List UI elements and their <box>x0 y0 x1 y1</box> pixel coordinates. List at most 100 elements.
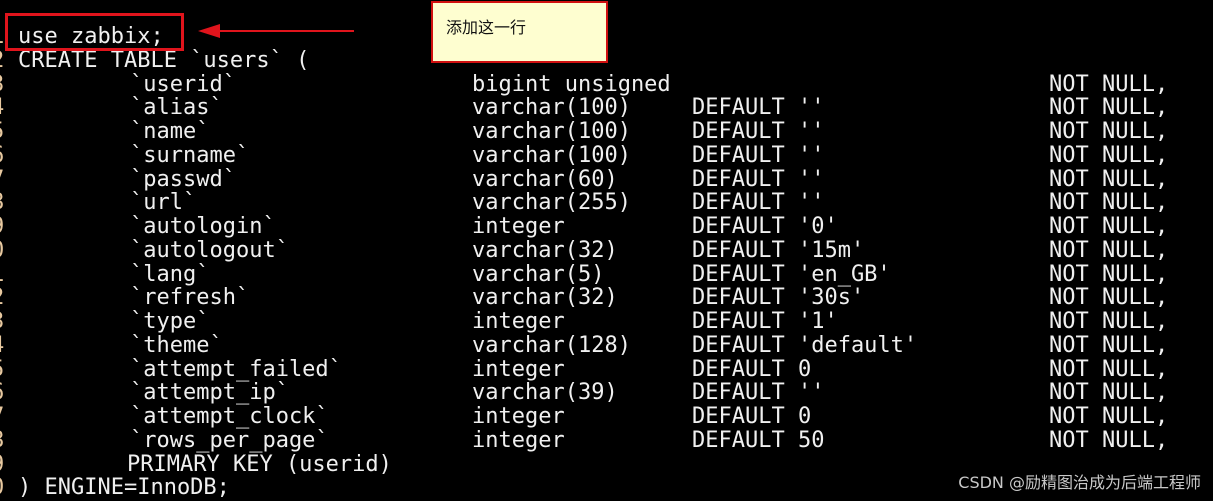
line-number: 1 <box>0 25 4 49</box>
annotation-note-text: 添加这一行 <box>446 18 527 37</box>
column-type: varchar(100) <box>472 95 631 121</box>
column-name: `surname` <box>130 142 250 168</box>
line-number: 4 <box>0 333 4 358</box>
column-type: varchar(39) <box>472 380 618 406</box>
column-constraint: NOT NULL, <box>1049 309 1169 334</box>
column-name: `alias` <box>130 95 223 121</box>
column-constraint: NOT NULL, <box>1049 261 1169 287</box>
code-line: 7 `attempt_clock` integer DEFAULT 0 NOT NULL… <box>0 405 1213 429</box>
highlight-box <box>5 13 184 51</box>
column-default: DEFAULT '15m' <box>692 237 865 263</box>
column-default: DEFAULT '' <box>692 190 825 216</box>
column-default: DEFAULT 0 <box>692 404 812 429</box>
code-line: 7 `passwd` varchar(60) DEFAULT '' NOT NULL, <box>0 166 1213 192</box>
column-type: varchar(32) <box>472 237 618 263</box>
column-default: DEFAULT '1' <box>692 309 838 334</box>
code-line: 0 `autologout` varchar(32) DEFAULT '15m' NOT… <box>0 237 1213 263</box>
line-number: 1 <box>0 262 4 287</box>
column-constraint: NOT NULL, <box>1049 142 1169 168</box>
column-constraint: NOT NULL, <box>1049 356 1169 382</box>
code-editor: 1use zabbix;2CREATE TABLE `users` (3`use… <box>0 0 1213 501</box>
column-default: DEFAULT '' <box>692 166 825 192</box>
primary-key: PRIMARY KEY (userid) <box>127 451 392 477</box>
column-constraint: NOT NULL, <box>1049 404 1169 429</box>
code-line: 8 `url` varchar(255) DEFAULT '' NOT NULL, <box>0 191 1213 215</box>
column-type: varchar(100) <box>472 119 631 144</box>
column-constraint: NOT NULL, <box>1049 190 1169 216</box>
column-name: `theme` <box>130 332 223 358</box>
line-number: 5 <box>0 120 4 144</box>
column-name: `attempt_failed` <box>130 356 342 382</box>
line-number: 2 <box>0 286 4 310</box>
column-default: DEFAULT 'en_GB' <box>692 261 891 287</box>
column-type: varchar(32) <box>472 285 618 311</box>
column-default: DEFAULT '' <box>692 380 825 406</box>
line-number: 2 <box>0 48 4 73</box>
code-line: 3 `userid` bigint unsigned NOT NULL, <box>0 71 1213 97</box>
line-number: 7 <box>0 405 4 429</box>
column-name: `attempt_ip` <box>130 380 289 406</box>
code-line: 1 `lang` varchar(5) DEFAULT 'en_GB' NOT NULL… <box>0 261 1213 287</box>
line-number: 0 <box>0 238 4 263</box>
code-line: 4 `alias` varchar(100) DEFAULT '' NOT NULL, <box>0 96 1213 120</box>
line-number: 8 <box>0 428 4 453</box>
line-number: 0 <box>0 476 4 500</box>
line-number: 8 <box>0 191 4 215</box>
column-type: varchar(128) <box>472 332 631 358</box>
column-constraint: NOT NULL, <box>1049 237 1169 263</box>
column-constraint: NOT NULL, <box>1049 427 1169 453</box>
line-number: 6 <box>0 143 4 168</box>
column-type: integer <box>472 356 565 382</box>
line-number: 7 <box>0 167 4 192</box>
column-constraint: NOT NULL, <box>1049 119 1169 144</box>
column-default: DEFAULT '' <box>692 142 825 168</box>
column-type: integer <box>472 404 565 429</box>
column-type: integer <box>472 309 565 334</box>
code-line: 9 `autologin` integer DEFAULT '0' NOT NULL, <box>0 215 1213 239</box>
engine-line: ) ENGINE=InnoDB; <box>18 475 230 501</box>
column-type: varchar(255) <box>472 190 631 216</box>
column-default: DEFAULT '' <box>692 95 825 121</box>
annotation-note: 添加这一行 <box>431 1 608 63</box>
code-line: 5 `name` varchar(100) DEFAULT '' NOT NULL, <box>0 120 1213 144</box>
code-line: 2 `refresh` varchar(32) DEFAULT '30s' NOT NU… <box>0 286 1213 310</box>
column-constraint: NOT NULL, <box>1049 95 1169 121</box>
column-type: varchar(5) <box>472 261 605 287</box>
column-name: `url` <box>130 190 197 216</box>
column-default: DEFAULT 'default' <box>692 332 918 358</box>
column-name: `type` <box>130 309 210 334</box>
line-number: 9 <box>0 215 4 239</box>
line-number: 3 <box>0 310 4 334</box>
code-line: 3 `type` integer DEFAULT '1' NOT NULL, <box>0 310 1213 334</box>
column-constraint: NOT NULL, <box>1049 380 1169 406</box>
line-number: 5 <box>0 357 4 382</box>
column-name: `userid` <box>130 71 236 97</box>
code-line: 8 `rows_per_page` integer DEFAULT 50 NOT NUL… <box>0 427 1213 453</box>
column-constraint: NOT NULL, <box>1049 71 1169 97</box>
column-type: integer <box>472 427 565 453</box>
column-type: integer <box>472 214 565 239</box>
line-number: 6 <box>0 381 4 405</box>
line-number: 9 <box>0 452 4 477</box>
column-name: `attempt_clock` <box>130 404 329 429</box>
column-name: `rows_per_page` <box>130 427 329 453</box>
code-line: 6 `attempt_ip` varchar(39) DEFAULT '' NOT NU… <box>0 381 1213 405</box>
arrow-left-icon <box>198 24 354 38</box>
column-default: DEFAULT 0 <box>692 356 812 382</box>
column-type: varchar(60) <box>472 166 618 192</box>
column-constraint: NOT NULL, <box>1049 214 1169 239</box>
watermark: CSDN @励精图治成为后端工程师 <box>958 473 1201 492</box>
column-default: DEFAULT '0' <box>692 214 838 239</box>
column-type: varchar(100) <box>472 142 631 168</box>
line-number: 3 <box>0 72 4 97</box>
column-name: `refresh` <box>130 285 250 311</box>
column-name: `autologin` <box>130 214 276 239</box>
column-default: DEFAULT '' <box>692 119 825 144</box>
column-constraint: NOT NULL, <box>1049 285 1169 311</box>
column-type: bigint unsigned <box>472 71 671 97</box>
column-name: `lang` <box>130 261 210 287</box>
column-name: `autologout` <box>130 237 289 263</box>
code-line: 4 `theme` varchar(128) DEFAULT 'default' NOT… <box>0 332 1213 358</box>
column-default: DEFAULT 50 <box>692 427 825 453</box>
column-default: DEFAULT '30s' <box>692 285 865 311</box>
